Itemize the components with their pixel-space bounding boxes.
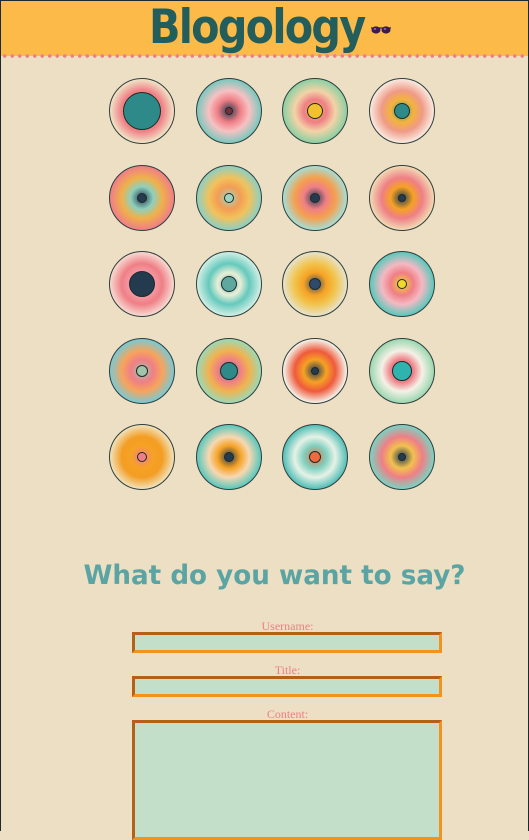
disc-center <box>123 92 161 130</box>
gallery-disc[interactable] <box>368 78 435 144</box>
gallery-disc[interactable] <box>282 164 348 231</box>
username-input[interactable] <box>132 632 442 653</box>
form-heading: What do you want to say? <box>83 560 466 591</box>
gallery-disc[interactable] <box>109 78 175 144</box>
gallery-disc[interactable] <box>109 164 175 231</box>
site-logo[interactable]: Blogology <box>149 0 366 56</box>
disc-center <box>397 193 406 202</box>
disc-center <box>223 452 234 462</box>
disc-center <box>393 103 410 119</box>
gallery-disc[interactable] <box>195 164 262 231</box>
disc-center <box>391 360 412 381</box>
disc-center <box>224 107 233 115</box>
disc-center <box>220 276 237 292</box>
gallery-disc[interactable] <box>195 251 262 317</box>
gallery-disc[interactable] <box>195 337 262 404</box>
disc-center <box>397 453 406 461</box>
gallery-disc[interactable] <box>282 337 348 404</box>
gallery-disc[interactable] <box>282 251 348 317</box>
disc-center <box>219 361 238 380</box>
disc-center <box>396 279 407 289</box>
disc-center <box>137 192 147 203</box>
gallery-disc[interactable] <box>109 337 175 404</box>
sunglasses-icon <box>371 26 391 34</box>
title-input[interactable] <box>132 676 442 697</box>
disc-center <box>310 192 320 203</box>
gallery-disc[interactable] <box>368 164 435 231</box>
gallery-disc[interactable] <box>195 78 262 144</box>
gallery-disc[interactable] <box>368 251 435 317</box>
disc-center <box>307 103 323 119</box>
disc-center <box>129 271 155 297</box>
gallery-disc[interactable] <box>282 424 348 490</box>
disc-center <box>311 366 319 375</box>
gallery-disc[interactable] <box>195 424 262 490</box>
disc-center <box>137 452 147 462</box>
gallery-disc[interactable] <box>109 251 175 317</box>
disc-center <box>223 192 234 203</box>
gallery-disc[interactable] <box>368 337 435 404</box>
gallery-disc[interactable] <box>109 424 175 490</box>
gallery-disc[interactable] <box>282 78 348 144</box>
content-textarea[interactable] <box>132 720 442 840</box>
disc-center <box>136 364 148 377</box>
disc-center <box>309 278 321 290</box>
gallery-disc[interactable] <box>368 424 435 490</box>
disc-center <box>309 451 321 463</box>
